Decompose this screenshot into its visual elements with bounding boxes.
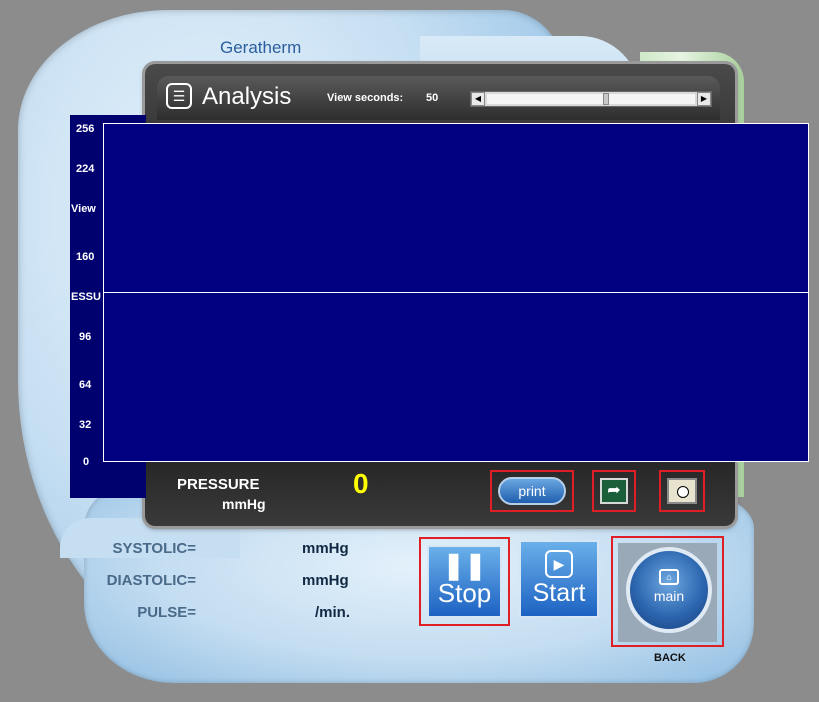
circle-icon xyxy=(677,486,689,498)
pressure-plot xyxy=(103,123,809,462)
pressure-label: PRESSURE xyxy=(177,476,260,493)
systolic-label: SYSTOLIC= xyxy=(112,540,197,557)
view-seconds-scrollbar[interactable]: ◀ ▶ xyxy=(470,91,712,107)
record-button-highlight xyxy=(659,470,705,512)
view-seconds-label: View seconds: xyxy=(327,92,404,104)
systolic-unit: mmHg xyxy=(302,540,349,557)
scroll-left-icon[interactable]: ◀ xyxy=(471,92,485,106)
redo-button-highlight: ➦ xyxy=(592,470,636,512)
pause-icon: ❚❚ xyxy=(442,550,487,580)
play-icon: ▶ xyxy=(545,550,573,578)
record-button[interactable] xyxy=(667,478,697,504)
pulse-label: PULSE= xyxy=(137,604,196,621)
y-axis-label-partial: ESSU xyxy=(71,291,101,303)
print-button[interactable]: print xyxy=(498,477,566,505)
back-label: BACK xyxy=(654,652,686,664)
window-title: Analysis xyxy=(202,83,292,110)
start-button[interactable]: ▶ Start xyxy=(519,540,599,618)
home-icon: ⌂ xyxy=(659,569,679,585)
y-tick: 160 xyxy=(76,251,95,263)
main-button-label: main xyxy=(653,588,685,604)
plot-svg xyxy=(104,292,808,293)
y-tick: 32 xyxy=(79,419,92,431)
scroll-track[interactable] xyxy=(487,94,695,104)
pressure-value: 0 xyxy=(353,468,369,499)
document-icon: ☰ xyxy=(166,83,192,109)
brand-logo: Geratherm xyxy=(220,38,302,57)
pulse-unit: /min. xyxy=(315,604,351,621)
y-tick: 0 xyxy=(83,456,90,468)
stop-button-label: Stop xyxy=(437,578,492,608)
y-tick: 224 xyxy=(76,163,95,175)
main-button-frame: ⌂ main xyxy=(618,543,717,642)
main-button-highlight: ⌂ main xyxy=(611,536,724,647)
y-axis-label: View xyxy=(71,203,96,215)
main-button[interactable]: ⌂ main xyxy=(626,547,712,633)
redo-arrow-icon: ➦ xyxy=(607,482,621,499)
y-tick: 96 xyxy=(79,331,92,343)
print-button-highlight: print xyxy=(490,470,574,512)
diastolic-unit: mmHg xyxy=(302,572,349,589)
view-seconds-value: 50 xyxy=(426,92,439,104)
stop-button-highlight: ❚❚ Stop xyxy=(419,537,510,626)
y-tick: 256 xyxy=(76,123,95,135)
scroll-thumb[interactable] xyxy=(603,93,610,105)
start-button-label: Start xyxy=(532,579,586,607)
pressure-unit: mmHg xyxy=(222,496,266,512)
redo-button[interactable]: ➦ xyxy=(600,478,628,504)
scroll-right-icon[interactable]: ▶ xyxy=(697,92,711,106)
y-tick: 64 xyxy=(79,379,92,391)
diastolic-label: DIASTOLIC= xyxy=(106,572,196,589)
stop-button[interactable]: ❚❚ Stop xyxy=(427,545,502,618)
